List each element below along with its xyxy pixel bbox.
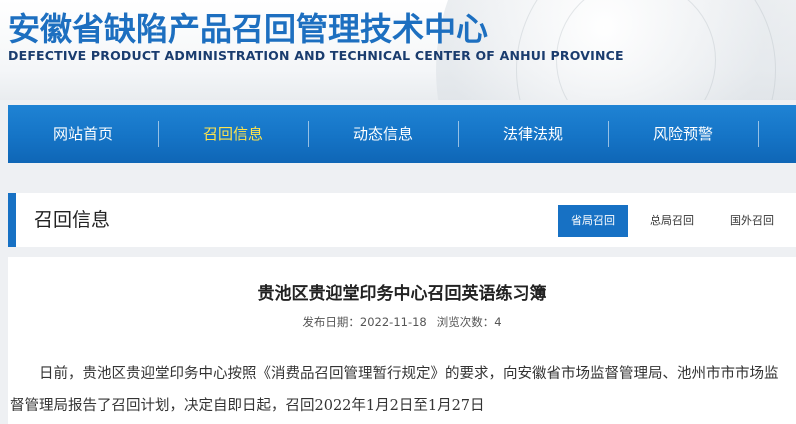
section-header: 召回信息 省局召回 总局召回 国外召回 [8,193,796,247]
section-title: 召回信息 [34,209,111,231]
nav-item-laws[interactable]: 法律法规 [458,105,608,163]
nav-item-risk-warning[interactable]: 风险预警 [608,105,758,163]
site-header: 安徽省缺陷产品召回管理技术中心 DEFECTIVE PRODUCT ADMINI… [0,0,796,100]
tab-foreign-recall[interactable]: 国外召回 [717,205,787,237]
article-body: 日前，贵池区贵迎堂印务中心按照《消费品召回管理暂行规定》的要求，向安徽省市场监督… [10,366,779,414]
nav-item-home[interactable]: 网站首页 [8,105,158,163]
nav-item-recall-info[interactable]: 召回信息 [158,105,308,163]
publish-date-value: 2022-11-18 [359,315,427,329]
article-meta: 发布日期：2022-11-18 浏览次数：4 [8,314,796,330]
article-title: 贵池区贵迎堂印务中心召回英语练习簿 [257,284,547,304]
view-count: 浏览次数：4 [437,315,502,329]
publish-date: 发布日期：2022-11-18 [302,315,426,329]
site-title[interactable]: 安徽省缺陷产品召回管理技术中心 [8,4,488,50]
article-content: 贵池区贵迎堂印务中心召回英语练习簿 发布日期：2022-11-18 浏览次数：4 … [8,257,796,424]
tab-provincial-recall[interactable]: 省局召回 [558,205,628,237]
nav-item-news[interactable]: 动态信息 [308,105,458,163]
view-count-label: 浏览次数： [436,315,495,329]
section-accent-bar [8,193,16,247]
tab-national-recall[interactable]: 总局召回 [637,205,707,237]
publish-date-label: 发布日期： [302,315,360,329]
view-count-value: 4 [494,315,502,329]
nav-separator [758,121,759,147]
site-subtitle: DEFECTIVE PRODUCT ADMINISTRATION AND TEC… [8,48,624,63]
main-nav: 网站首页 召回信息 动态信息 法律法规 风险预警 [8,105,796,163]
